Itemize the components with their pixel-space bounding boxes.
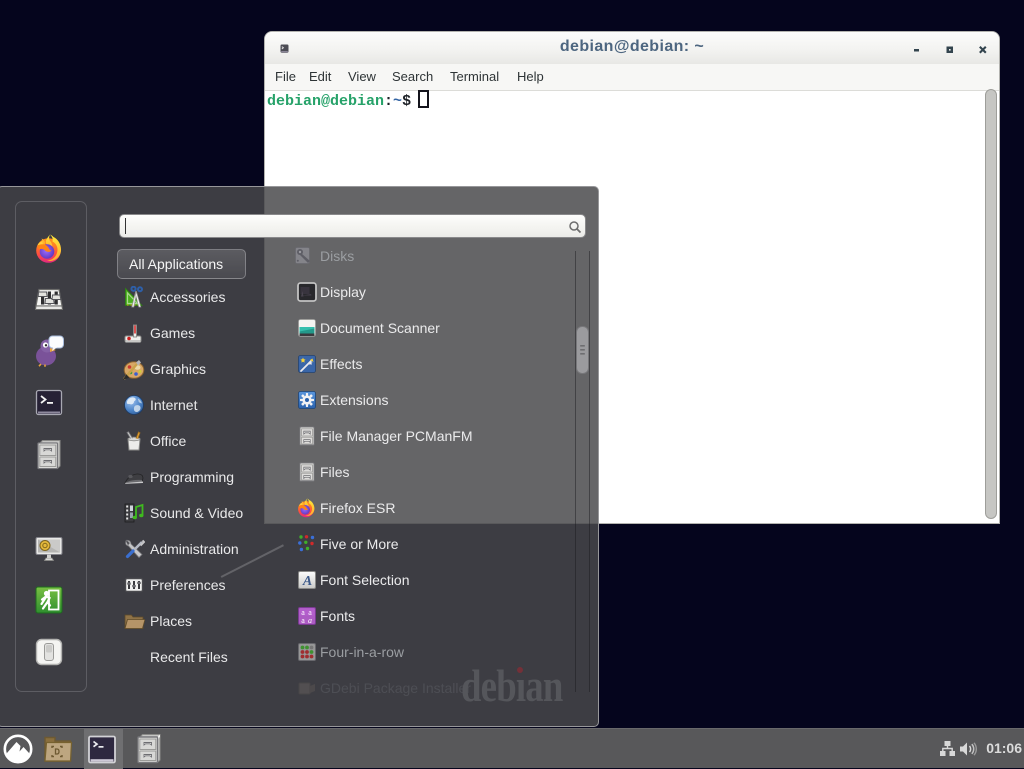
- svg-text:A: A: [302, 574, 312, 589]
- svg-text:a: a: [301, 616, 305, 625]
- svg-text:a: a: [308, 616, 312, 625]
